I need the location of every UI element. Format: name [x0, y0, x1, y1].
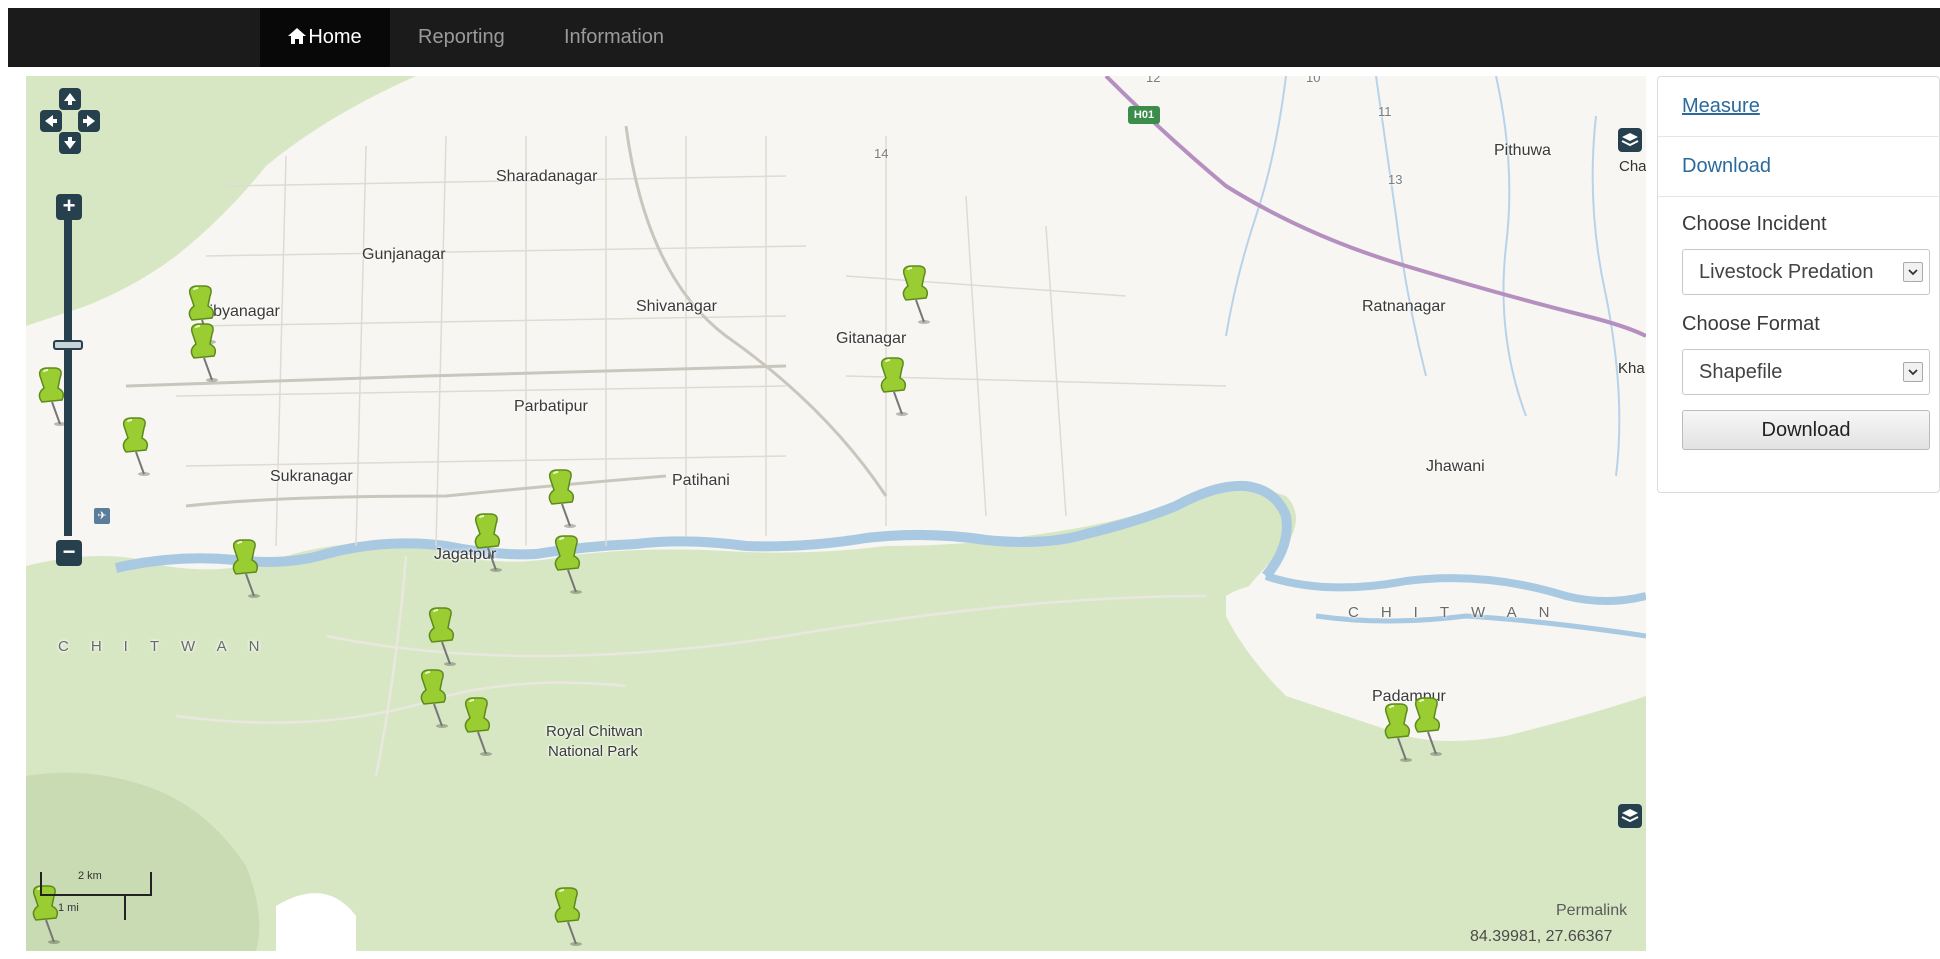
download-row: Download: [1658, 137, 1940, 197]
incident-select[interactable]: Livestock Predation: [1682, 249, 1930, 295]
green-pushpin-icon[interactable]: [422, 606, 462, 668]
tools-panel: Measure Download Choose Incident Livesto…: [1657, 76, 1940, 493]
green-pushpin-icon[interactable]: [116, 416, 156, 478]
ward-label-14: 14: [874, 146, 889, 161]
scale-tick: [150, 872, 152, 896]
scale-km-label: 2 km: [78, 870, 102, 882]
place-label-jhawani: Jhawani: [1426, 458, 1485, 475]
green-pushpin-icon[interactable]: [184, 322, 224, 384]
mouse-coordinates: 84.39981, 27.66367: [1470, 928, 1613, 945]
region-label-chitwan-east: CHITWAN: [1348, 604, 1572, 621]
zoom-bar[interactable]: [64, 218, 72, 536]
map-view[interactable]: Sharadanagar Gunjanagar Dibyanagar Shiva…: [26, 76, 1646, 951]
pan-right-button[interactable]: [78, 110, 100, 132]
highway-h01-shield: H01: [1128, 106, 1160, 124]
green-pushpin-icon[interactable]: [468, 512, 508, 574]
layers-icon: [1621, 809, 1639, 823]
scale-bar: [40, 894, 150, 896]
arrow-left-icon: [45, 115, 57, 127]
place-label-parbatipur: Parbatipur: [514, 398, 588, 415]
format-select-value: Shapefile: [1699, 361, 1783, 383]
map-edge-label-cha: Cha: [1619, 158, 1646, 175]
place-label-sharadanagar: Sharadanagar: [496, 168, 598, 185]
green-pushpin-icon[interactable]: [896, 264, 936, 326]
pan-zoom-control: + −: [40, 88, 100, 568]
ward-label-10: 10: [1306, 76, 1321, 85]
home-icon: [288, 28, 307, 44]
choose-incident-label: Choose Incident: [1682, 213, 1827, 235]
park-label-national-park: National Park: [548, 743, 639, 760]
layers-icon: [1621, 133, 1639, 147]
top-navbar: Home Reporting Information: [8, 8, 1940, 67]
place-label-sukranagar: Sukranagar: [270, 468, 353, 485]
green-pushpin-icon[interactable]: [458, 696, 498, 758]
green-pushpin-icon[interactable]: [874, 356, 914, 418]
incident-select-value: Livestock Predation: [1699, 261, 1874, 283]
place-label-patihani: Patihani: [672, 472, 730, 489]
green-pushpin-icon[interactable]: [1408, 696, 1448, 758]
green-pushpin-icon[interactable]: [542, 468, 582, 530]
nav-home-label: Home: [308, 26, 362, 48]
park-label-royal-chitwan: Royal Chitwan: [546, 723, 643, 740]
green-pushpin-icon[interactable]: [226, 538, 266, 600]
green-pushpin-icon[interactable]: [548, 886, 588, 948]
region-label-chitwan-west: CHITWAN: [58, 638, 282, 655]
place-label-pithuwa: Pithuwa: [1494, 142, 1551, 159]
green-pushpin-icon[interactable]: [548, 534, 588, 596]
chevron-down-icon: [1903, 262, 1923, 282]
scale-mi-label: 1 mi: [58, 902, 79, 914]
chevron-down-icon: [1903, 362, 1923, 382]
nav-information[interactable]: Information: [564, 8, 664, 67]
scale-tick: [124, 894, 126, 920]
arrow-up-icon: [64, 93, 76, 105]
scale-tick: [40, 872, 42, 896]
scale-line: 2 km 1 mi: [38, 866, 158, 926]
map-edge-label-kha: Kha: [1618, 360, 1645, 377]
measure-link[interactable]: Measure: [1682, 95, 1760, 118]
ward-label-12: 12: [1146, 76, 1161, 85]
zoom-out-button[interactable]: −: [56, 540, 82, 566]
measure-row: Measure: [1658, 77, 1940, 137]
ward-label-13: 13: [1388, 172, 1403, 187]
place-label-shivanagar: Shivanagar: [636, 298, 717, 315]
pan-down-button[interactable]: [59, 132, 81, 154]
place-label-ratnanagar: Ratnanagar: [1362, 298, 1446, 315]
download-link[interactable]: Download: [1682, 155, 1771, 178]
permalink-link[interactable]: Permalink: [1556, 902, 1627, 920]
nav-home[interactable]: Home: [260, 8, 390, 67]
pan-up-button[interactable]: [59, 88, 81, 110]
download-button[interactable]: Download: [1682, 410, 1930, 450]
ward-label-11: 11: [1378, 104, 1392, 119]
place-label-gitanagar: Gitanagar: [836, 330, 907, 347]
arrow-down-icon: [64, 137, 76, 149]
choose-format-label: Choose Format: [1682, 313, 1820, 335]
green-pushpin-icon[interactable]: [414, 668, 454, 730]
zoom-in-button[interactable]: +: [56, 194, 82, 220]
arrow-right-icon: [83, 115, 95, 127]
layer-switcher-button[interactable]: [1618, 128, 1642, 152]
format-select[interactable]: Shapefile: [1682, 349, 1930, 395]
overview-toggle-button[interactable]: [1618, 804, 1642, 828]
pan-left-button[interactable]: [40, 110, 62, 132]
nav-reporting[interactable]: Reporting: [418, 8, 505, 67]
map-basemap: [26, 76, 1646, 951]
place-label-gunjanagar: Gunjanagar: [362, 246, 446, 263]
zoom-slider-handle[interactable]: [53, 340, 83, 350]
